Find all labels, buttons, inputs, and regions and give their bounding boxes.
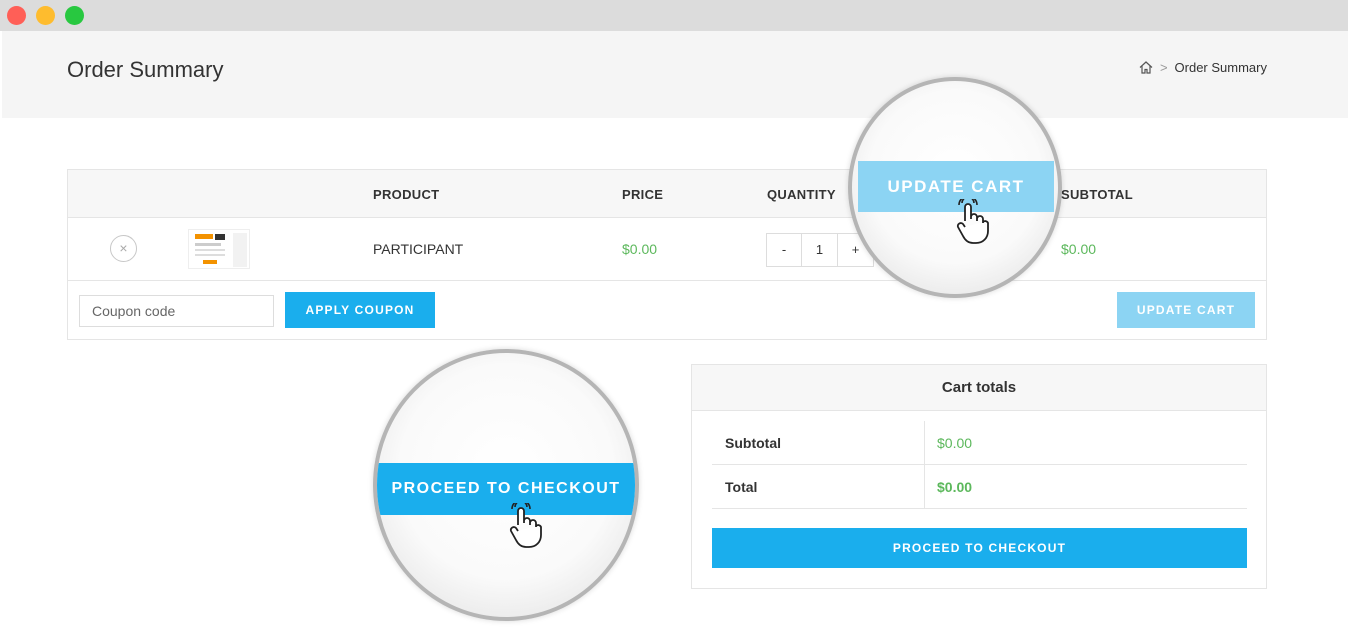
- remove-item-button[interactable]: ×: [110, 235, 137, 262]
- product-subtotal: $0.00: [1061, 241, 1097, 257]
- totals-column-divider: [924, 465, 925, 509]
- close-window-button[interactable]: [7, 6, 26, 25]
- checkout-magnifier: PROCEED TO CHECKOUT: [373, 349, 639, 621]
- cart-totals-panel: Cart totals Subtotal $0.00 Total $0.00 P…: [691, 364, 1267, 589]
- header-subtotal: SUBTOTAL: [1061, 187, 1133, 202]
- header-price: PRICE: [622, 187, 664, 202]
- totals-column-divider: [924, 421, 925, 465]
- cart-table-header: PRODUCT PRICE QUANTITY SUBTOTAL: [68, 170, 1266, 218]
- totals-subtotal-value: $0.00: [937, 435, 973, 451]
- quantity-decrease-button[interactable]: -: [766, 233, 802, 267]
- cart-item-row: × PARTICIPANT $0.00 - 1 + $0.00: [68, 218, 1266, 281]
- window-titlebar: [0, 0, 1348, 31]
- minimize-window-button[interactable]: [36, 6, 55, 25]
- totals-total-label: Total: [725, 479, 758, 495]
- totals-subtotal-row: Subtotal $0.00: [712, 421, 1247, 465]
- totals-total-value: $0.00: [937, 479, 973, 495]
- hand-pointer-icon: [952, 195, 990, 250]
- header-quantity: QUANTITY: [767, 187, 836, 202]
- cart-table: PRODUCT PRICE QUANTITY SUBTOTAL × PARTIC…: [67, 169, 1267, 340]
- hand-pointer-icon: [505, 499, 543, 554]
- cart-totals-heading: Cart totals: [692, 365, 1266, 411]
- totals-subtotal-label: Subtotal: [725, 435, 781, 451]
- quantity-stepper: - 1 +: [766, 233, 874, 267]
- home-icon[interactable]: [1139, 61, 1153, 74]
- coupon-code-input[interactable]: [79, 295, 274, 327]
- product-name[interactable]: PARTICIPANT: [373, 241, 463, 257]
- update-cart-magnifier: UPDATE CART: [848, 77, 1062, 298]
- totals-total-row: Total $0.00: [712, 465, 1247, 509]
- page-title: Order Summary: [67, 57, 224, 82]
- breadcrumb: > Order Summary: [1139, 60, 1267, 75]
- apply-coupon-button[interactable]: APPLY COUPON: [285, 292, 435, 328]
- quantity-input[interactable]: 1: [802, 233, 838, 267]
- maximize-window-button[interactable]: [65, 6, 84, 25]
- product-thumbnail[interactable]: [188, 229, 250, 269]
- update-cart-button[interactable]: UPDATE CART: [1117, 292, 1255, 328]
- cart-actions: APPLY COUPON UPDATE CART: [68, 281, 1266, 339]
- breadcrumb-separator: >: [1159, 60, 1168, 75]
- product-price: $0.00: [622, 241, 658, 257]
- proceed-to-checkout-button[interactable]: PROCEED TO CHECKOUT: [712, 528, 1247, 568]
- header-product: PRODUCT: [373, 187, 440, 202]
- breadcrumb-current: Order Summary: [1174, 60, 1267, 75]
